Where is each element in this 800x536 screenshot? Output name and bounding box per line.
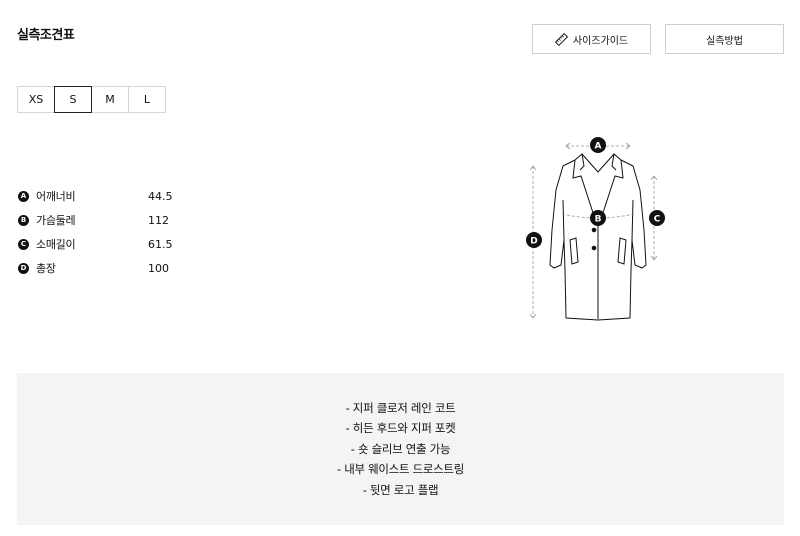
note-line: - 내부 웨이스트 드로스트링 — [337, 462, 464, 477]
note-line: - 지퍼 클로저 레인 코트 — [345, 400, 456, 415]
product-notes: - 지퍼 클로저 레인 코트 - 히든 후드와 지퍼 포켓 - 숏 슬리브 연출… — [17, 373, 784, 525]
badge-c-icon: C — [18, 238, 29, 250]
diagram-badge-b-icon: B — [590, 210, 606, 226]
diagram-badge-a-label: A — [595, 142, 602, 152]
measurement-value: 112 — [148, 213, 169, 227]
measurement-row: C 소매길이 61.5 — [18, 232, 188, 256]
measurement-row: D 총장 100 — [18, 256, 188, 280]
measurement-label: 가슴둘레 — [36, 214, 76, 227]
diagram-badge-c-icon: C — [649, 210, 665, 226]
size-guide-button[interactable]: 사이즈가이드 — [532, 24, 651, 54]
size-tab-l[interactable]: L — [128, 86, 166, 113]
measure-method-label: 실측방법 — [706, 35, 743, 47]
badge-b-icon: B — [18, 214, 29, 226]
size-tab-s[interactable]: S — [54, 86, 92, 113]
measure-method-button[interactable]: 실측방법 — [665, 24, 784, 54]
measurement-value: 100 — [148, 261, 169, 275]
diagram-badge-d-label: D — [530, 237, 537, 247]
note-line: - 히든 후드와 지퍼 포켓 — [345, 421, 456, 436]
measurement-label: 어깨너비 — [36, 190, 76, 203]
diagram-badge-a-icon: A — [590, 137, 606, 153]
diagram-badge-d-icon: D — [526, 232, 542, 248]
size-guide-label: 사이즈가이드 — [572, 35, 629, 47]
diagram-badge-c-label: C — [654, 215, 661, 225]
badge-a-icon: A — [18, 190, 29, 202]
coat-outline-icon — [549, 153, 647, 321]
note-line: - 숏 슬리브 연출 가능 — [350, 441, 451, 456]
measurement-label: 소매길이 — [36, 238, 76, 251]
badge-d-icon: D — [18, 262, 29, 274]
diagram-badge-b-label: B — [595, 215, 602, 225]
measurement-value: 44.5 — [148, 189, 173, 203]
size-tab-xs[interactable]: XS — [17, 86, 55, 113]
ruler-icon — [554, 32, 568, 46]
size-tabs: XS S M L — [17, 86, 166, 113]
measurement-label: 총장 — [36, 262, 56, 275]
note-line: - 뒷면 로고 플랩 — [362, 482, 439, 497]
measurement-list: A 어깨너비 44.5 B 가슴둘레 112 C 소매길이 61.5 D 총장 … — [18, 184, 188, 280]
size-tab-m[interactable]: M — [91, 86, 129, 113]
measurement-value: 61.5 — [148, 237, 173, 251]
measurement-row: B 가슴둘레 112 — [18, 208, 188, 232]
measurement-row: A 어깨너비 44.5 — [18, 184, 188, 208]
page-title: 실측조견표 — [17, 28, 75, 43]
coat-diagram: A B C D — [526, 137, 665, 321]
